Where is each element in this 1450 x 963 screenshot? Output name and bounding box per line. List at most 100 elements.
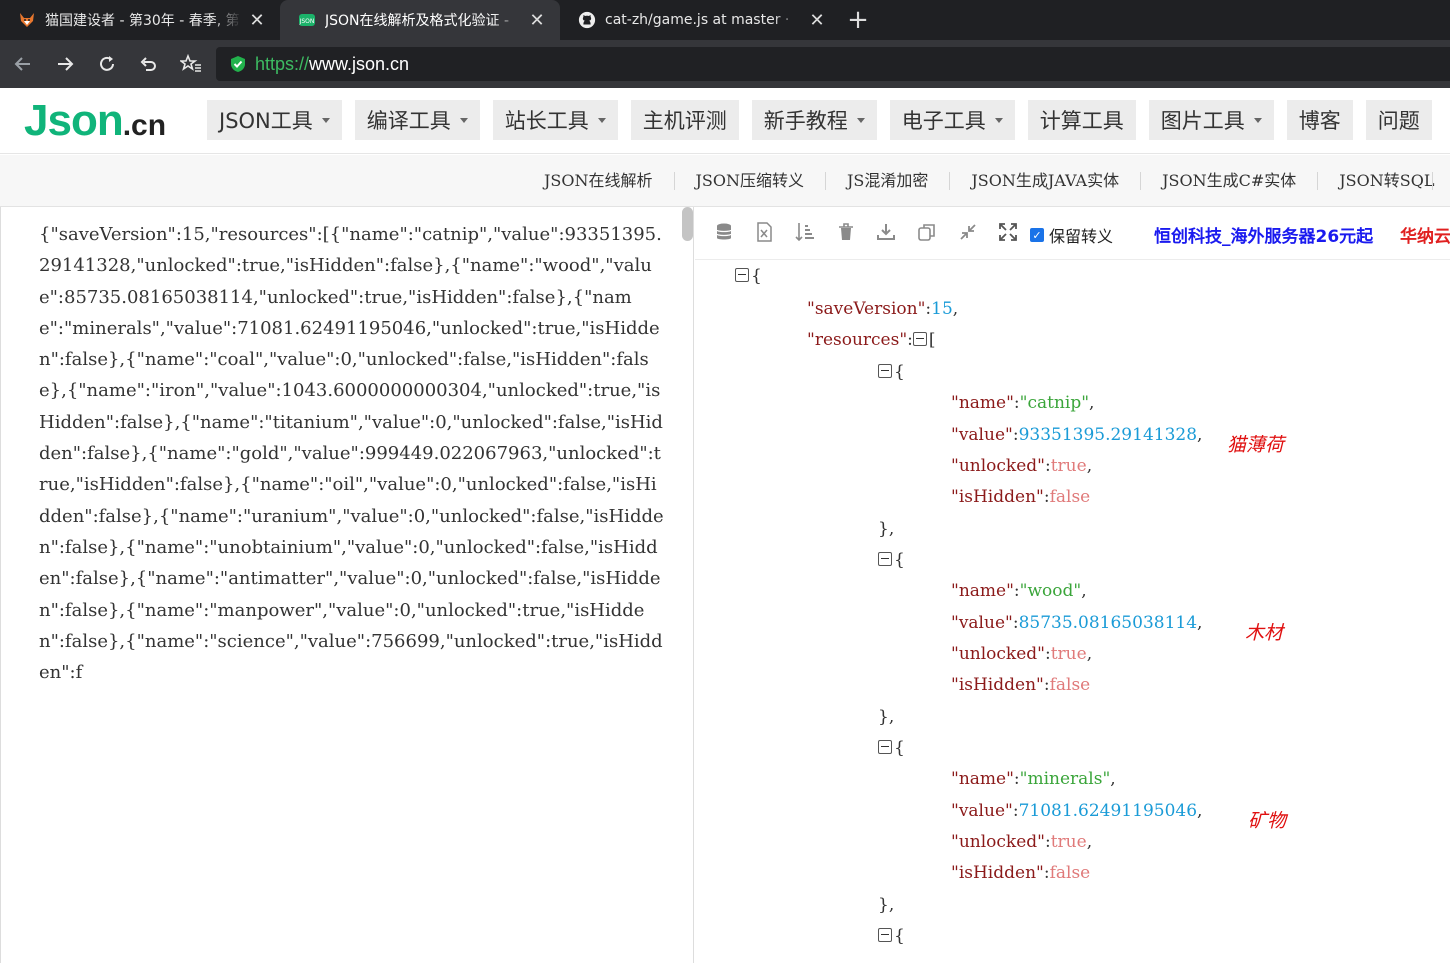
nav-item[interactable]: 站长工具 [492, 100, 618, 140]
secure-shield-icon [229, 55, 247, 73]
tree-row-unlocked: "unlocked":true, [951, 643, 1093, 664]
caret-down-icon [994, 117, 1003, 123]
keep-escape-checkbox[interactable]: ✓ 保留转义 [1030, 223, 1113, 247]
nav-item[interactable]: 电子工具 [889, 100, 1015, 140]
fox-icon [18, 11, 36, 29]
close-tab-icon[interactable]: ✕ [528, 10, 546, 31]
json-value: true [1050, 643, 1087, 664]
nav-item[interactable]: 新手教程 [751, 100, 877, 140]
ad-link-hengchuang[interactable]: 恒创科技_海外服务器26元起 [1154, 222, 1373, 247]
sub-nav-link[interactable]: JSON在线解析 [523, 172, 675, 190]
reload-icon[interactable] [88, 45, 126, 83]
sort-icon[interactable] [794, 221, 816, 243]
database-icon[interactable] [713, 221, 735, 243]
forward-icon[interactable] [46, 45, 84, 83]
download-icon[interactable] [875, 221, 897, 243]
collapse-toggle-icon[interactable] [735, 268, 749, 282]
sub-nav-link[interactable]: JSON转SQL [1318, 172, 1450, 190]
sub-nav-link[interactable]: JS混淆加密 [826, 172, 951, 190]
browser-tab-github[interactable]: cat-zh/game.js at master · ✕ [560, 0, 840, 40]
checkbox-checked-icon[interactable]: ✓ [1030, 228, 1044, 242]
nav-item-label: JSON工具 [219, 109, 313, 133]
nav-item-label: 站长工具 [504, 109, 589, 133]
json-key: "value" [951, 424, 1013, 445]
json-key: "name" [951, 393, 1014, 414]
tree-row-isHidden: "isHidden":false [951, 675, 1091, 696]
nav-item-label: 电子工具 [901, 109, 986, 133]
json-tree: { "saveVersion":15, "resources":[ {"name… [695, 260, 1450, 963]
collapse-toggle-icon[interactable] [878, 364, 892, 378]
collapse-toggle-icon[interactable] [912, 332, 927, 346]
browser-tab-kittens[interactable]: 猫国建设者 - 第30年 - 春季, 第 ✕ [0, 0, 280, 40]
sub-nav-link[interactable]: JSON生成JAVA实体 [950, 172, 1142, 190]
editor-scrollbar[interactable] [682, 207, 693, 241]
tree-root-open: { [735, 264, 762, 288]
collapse-toggle-icon[interactable] [878, 928, 892, 942]
close-tab-icon[interactable]: ✕ [248, 10, 266, 31]
tree-row-name: "name":"minerals", [951, 769, 1116, 790]
address-bar[interactable]: https://www.json.cn [216, 47, 1450, 81]
json-value: 85735.08165038114 [1018, 612, 1198, 633]
json-key: "unlocked" [951, 455, 1045, 476]
tree-row-name: "name":"wood", [951, 581, 1087, 602]
json-input-text[interactable]: {"saveVersion":15,"resources":[{"name":"… [39, 219, 665, 688]
json-value: false [1049, 675, 1091, 696]
nav-item[interactable]: JSON工具 [207, 100, 342, 140]
json-value: "wood" [1019, 581, 1082, 602]
close-tab-icon[interactable]: ✕ [808, 10, 826, 31]
tree-object-open: { [878, 360, 905, 384]
nav-item-label: 图片工具 [1160, 109, 1245, 133]
trash-icon[interactable] [835, 221, 857, 243]
json-viewer: ✓ 保留转义 恒创科技_海外服务器26元起 华纳云 { "saveVersion… [695, 207, 1450, 963]
collapse-toggle-icon[interactable] [878, 740, 892, 754]
expand-icon[interactable] [997, 221, 1019, 243]
excel-icon[interactable] [753, 221, 775, 243]
compress-icon[interactable] [957, 221, 979, 243]
json-value: true [1050, 831, 1087, 852]
sub-nav-link[interactable]: JSON生成C#实体 [1141, 172, 1319, 190]
nav-item[interactable]: 主机评测 [630, 100, 739, 140]
translation-annotation: 矿物 [1248, 809, 1287, 832]
json-key: "value" [951, 800, 1013, 821]
nav-item[interactable]: 图片工具 [1148, 100, 1274, 140]
collapse-toggle-icon[interactable] [878, 552, 892, 566]
copy-icon[interactable] [916, 221, 938, 243]
sub-nav-link[interactable]: JSON压缩转义 [675, 172, 826, 190]
json-value: 71081.62491195046 [1018, 800, 1198, 821]
json-value: "catnip" [1019, 393, 1090, 414]
bookmark-star-icon[interactable] [172, 45, 210, 83]
back-icon[interactable] [4, 45, 42, 83]
sub-nav-list: JSON在线解析 JSON压缩转义 JS混淆加密 JSON生成JAVA实体 JSON生成… [523, 155, 1450, 207]
logo-main: Json [24, 96, 124, 145]
new-tab-button[interactable]: + [840, 0, 876, 40]
caret-down-icon [321, 117, 330, 123]
json-key: "isHidden" [951, 487, 1044, 508]
tree-row-unlocked: "unlocked":true, [951, 831, 1093, 852]
nav-item[interactable]: 博客 [1286, 100, 1353, 140]
undo-icon[interactable] [130, 45, 168, 83]
tree-object-open: { [878, 736, 905, 760]
tree-object-open: { [878, 548, 905, 572]
json-input-editor[interactable]: {"saveVersion":15,"resources":[{"name":"… [0, 207, 694, 963]
nav-item-label: 问题 [1377, 109, 1420, 133]
json-icon: JSON [298, 11, 316, 29]
tree-row-save-version: "saveVersion":15, [807, 299, 959, 319]
browser-tab-strip: 猫国建设者 - 第30年 - 春季, 第 ✕ JSON JSON在线解析及格式化… [0, 0, 1450, 40]
json-key: "isHidden" [951, 675, 1044, 696]
json-value: "minerals" [1019, 769, 1111, 790]
json-key: "name" [951, 769, 1014, 790]
caret-down-icon [1253, 117, 1262, 123]
nav-item-label: 计算工具 [1039, 109, 1124, 133]
nav-item[interactable]: 编译工具 [354, 100, 480, 140]
url-text[interactable]: https://www.json.cn [255, 54, 409, 75]
nav-item-label: 新手教程 [763, 109, 848, 133]
ad-link-huana[interactable]: 华纳云 [1400, 222, 1450, 247]
json-value: 93351395.29141328 [1018, 424, 1198, 445]
nav-item-label: 主机评测 [642, 109, 727, 133]
nav-item[interactable]: 计算工具 [1027, 100, 1136, 140]
nav-item[interactable]: 问题 [1365, 100, 1432, 140]
site-logo[interactable]: Json.cn [24, 96, 166, 146]
browser-tab-json[interactable]: JSON JSON在线解析及格式化验证 - ✕ [280, 0, 560, 40]
logo-tld: .cn [122, 109, 167, 142]
github-icon [578, 11, 596, 29]
